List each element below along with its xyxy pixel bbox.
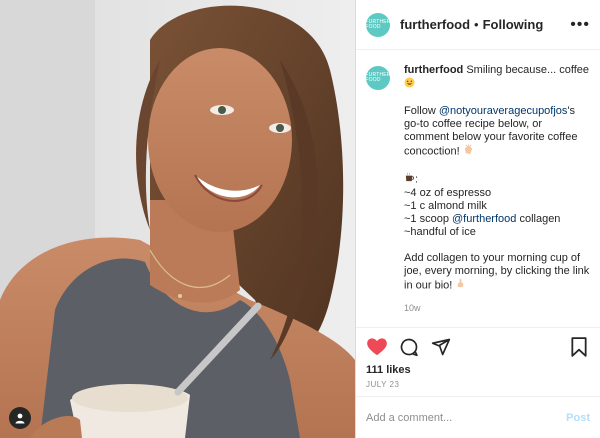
bookmark-icon[interactable]	[568, 336, 590, 358]
caption-closing: Add collagen to your morning cup of joe,…	[404, 252, 590, 292]
caption-follow-prefix: Follow	[404, 105, 439, 117]
post-actions-bar	[356, 327, 600, 365]
caption-username[interactable]: furtherfood	[404, 64, 463, 76]
post-side-panel: FURTHER FOOD furtherfood • Following •••…	[355, 0, 600, 438]
recipe-line-3-suffix: collagen	[516, 213, 561, 225]
caption-line1: Smiling because... coffee	[466, 64, 590, 76]
mention-link-notyouraveragecupofjos[interactable]: @notyouraveragecupofjos	[439, 105, 568, 117]
mention-link-furtherfood[interactable]: @furtherfood	[452, 213, 516, 225]
recipe-line-3-prefix: ~1 scoop	[404, 213, 453, 225]
post-photo[interactable]	[0, 0, 355, 438]
account-avatar[interactable]: FURTHER FOOD	[365, 12, 391, 37]
recipe-line-4: ~handful of ice	[404, 226, 476, 238]
caption-avatar[interactable]: FURTHER FOOD	[365, 66, 391, 90]
heart-icon[interactable]	[366, 336, 388, 358]
clapping-hands-emoji-icon	[463, 144, 474, 159]
header-separator: •	[474, 17, 479, 32]
caption-time-ago[interactable]: 10w	[404, 302, 590, 315]
caption-text: furtherfood Smiling because... coffee Fo…	[404, 64, 590, 315]
grinning-emoji-icon	[404, 77, 415, 92]
comment-bar: Post	[356, 396, 600, 438]
pointing-hand-emoji-icon	[455, 278, 466, 293]
post-date[interactable]: JULY 23	[366, 380, 399, 389]
share-icon[interactable]	[430, 336, 452, 358]
more-options-icon[interactable]: •••	[570, 16, 590, 34]
post-caption: FURTHER FOOD furtherfood Smiling because…	[365, 64, 590, 315]
recipe-line-2: ~1 c almond milk	[404, 200, 487, 212]
user-tag-icon[interactable]	[9, 407, 31, 429]
comment-icon[interactable]	[398, 336, 420, 358]
comment-input[interactable]	[366, 411, 567, 424]
instagram-post: FURTHER FOOD furtherfood • Following •••…	[0, 0, 600, 438]
post-comment-button[interactable]: Post	[566, 412, 590, 424]
header-username[interactable]: furtherfood	[400, 17, 470, 32]
follow-status-button[interactable]: Following	[483, 17, 544, 32]
post-header: FURTHER FOOD furtherfood • Following •••	[356, 0, 600, 50]
coffee-cup-emoji-icon	[404, 172, 415, 187]
account-logo-text: FURTHER FOOD	[365, 18, 391, 30]
caption-logo-text: FURTHER FOOD	[365, 72, 391, 83]
selfie-photo	[0, 0, 355, 438]
likes-count[interactable]: 111 likes	[366, 364, 411, 376]
recipe-line-1: ~4 oz of espresso	[404, 187, 492, 199]
